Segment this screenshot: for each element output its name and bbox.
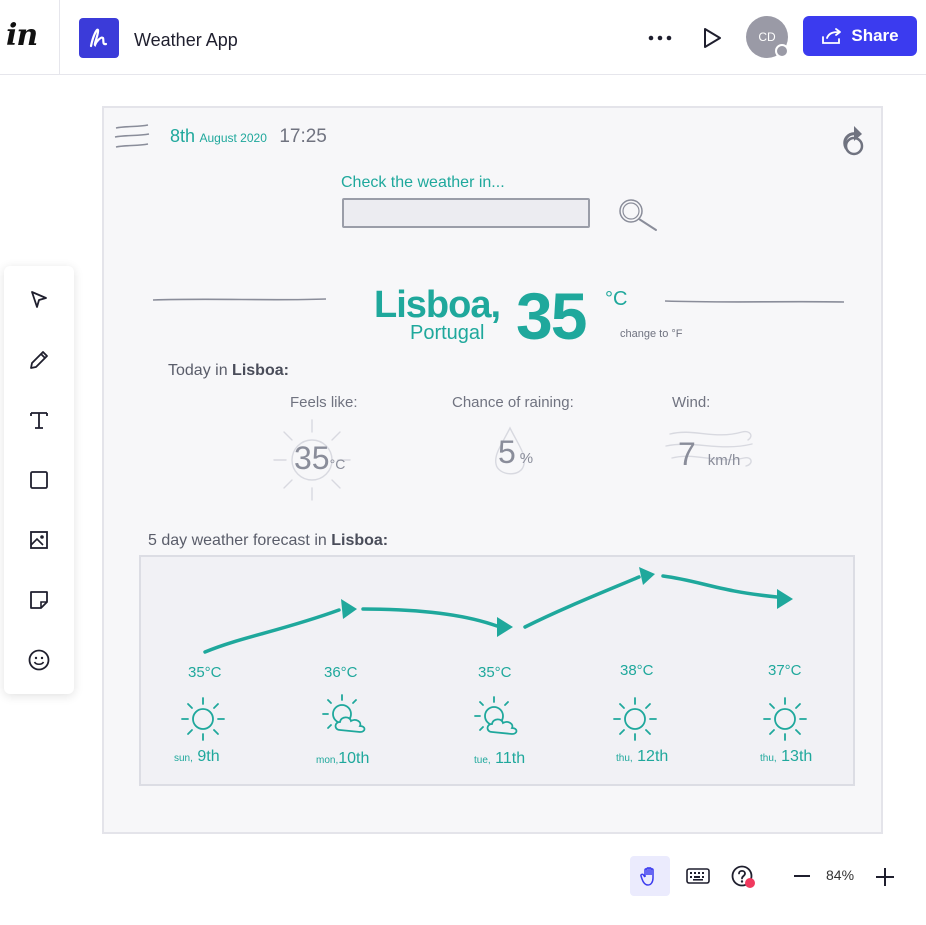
search-input[interactable]	[342, 198, 590, 228]
forecast-day-short: sun,	[174, 753, 193, 764]
text-icon	[30, 412, 48, 429]
wireframe-frame[interactable]: 8th August 2020 17:25 Check the weather …	[102, 106, 883, 834]
plus-icon	[876, 868, 894, 886]
text-tool[interactable]	[25, 406, 53, 434]
rectangle-icon	[30, 471, 48, 489]
rain-unit: %	[519, 450, 534, 467]
app-icon	[79, 18, 119, 58]
invision-logo: in	[6, 18, 38, 53]
logo-cell[interactable]: in	[0, 0, 60, 74]
date-month-year: August 2020	[199, 131, 267, 145]
rain-label: Chance of raining:	[452, 394, 574, 411]
forecast-day-num: 12th	[637, 748, 669, 765]
forecast-day-num: 11th	[495, 750, 526, 767]
search-label: Check the weather in...	[341, 174, 505, 191]
divider-left	[152, 298, 327, 301]
share-icon	[822, 28, 842, 44]
sticky-note-tool[interactable]	[25, 586, 53, 614]
hand-icon	[640, 867, 654, 886]
feels-number: 35	[294, 440, 330, 476]
city-name: Lisboa,	[374, 284, 501, 326]
zoom-in-button[interactable]	[874, 866, 896, 888]
keyboard-icon	[686, 868, 710, 884]
drawing-toolbar	[4, 266, 74, 694]
wind-value: 7 km/h	[678, 436, 740, 473]
preview-play-button[interactable]	[698, 24, 726, 52]
forecast-prefix: 5 day weather forecast in	[148, 532, 332, 549]
forecast-day-short: thu,	[760, 753, 777, 764]
today-prefix: Today in	[168, 362, 233, 379]
feels-label: Feels like:	[290, 394, 358, 411]
top-bar: in Weather App CD Share	[0, 0, 926, 75]
sticky-note-icon	[30, 591, 48, 609]
current-temperature: 35	[516, 279, 587, 353]
feels-unit: °C	[329, 456, 346, 472]
today-city: Lisboa:	[232, 362, 289, 379]
forecast-day: sun, 9th	[174, 748, 220, 766]
emoji-tool[interactable]	[25, 646, 53, 674]
rectangle-tool[interactable]	[25, 466, 53, 494]
forecast-city: Lisboa:	[331, 532, 389, 549]
wind-number: 7	[678, 436, 696, 472]
pencil-tool[interactable]	[25, 346, 53, 374]
sun-icon	[613, 697, 657, 741]
hand-tool-button[interactable]	[630, 856, 670, 896]
forecast-day-num: 9th	[197, 748, 220, 765]
select-icon	[31, 291, 47, 308]
wind-label: Wind:	[672, 394, 711, 411]
sun-icon	[763, 697, 807, 741]
hamburger-menu-icon[interactable]	[114, 124, 150, 150]
emoji-icon	[28, 649, 50, 671]
change-unit-link[interactable]: change to °F	[620, 328, 683, 340]
forecast-temp: 36°C	[324, 664, 358, 681]
forecast-day: thu, 13th	[760, 748, 812, 766]
image-icon	[30, 531, 48, 549]
forecast-heading: 5 day weather forecast in Lisboa:	[148, 532, 388, 550]
share-button[interactable]: Share	[803, 16, 917, 56]
play-icon	[704, 28, 721, 48]
forecast-day-num: 13th	[781, 748, 813, 765]
date-time: 8th August 2020 17:25	[170, 126, 327, 148]
time: 17:25	[279, 126, 327, 147]
forecast-day-short: tue,	[474, 755, 491, 766]
forecast-day: thu, 12th	[616, 748, 668, 766]
zoom-level[interactable]: 84%	[826, 867, 854, 883]
forecast-day: tue, 11th	[474, 750, 525, 768]
sun-cloud-icon	[474, 696, 518, 735]
keyboard-shortcuts-button[interactable]	[684, 864, 712, 888]
today-heading: Today in Lisboa:	[168, 362, 289, 380]
forecast-day-short: thu,	[616, 753, 633, 764]
share-label: Share	[851, 26, 899, 45]
forecast-day-num: 10th	[338, 750, 370, 767]
rain-value: 5%	[498, 434, 533, 471]
presence-dot	[775, 44, 789, 58]
select-tool[interactable]	[25, 286, 53, 314]
image-tool[interactable]	[25, 526, 53, 554]
zoom-out-button[interactable]	[792, 866, 812, 886]
search-icon[interactable]	[616, 194, 660, 234]
divider-right	[664, 300, 845, 303]
help-button[interactable]	[730, 864, 758, 892]
pencil-icon	[30, 351, 48, 369]
minus-icon	[794, 875, 810, 877]
date-day: 8th	[170, 126, 196, 146]
rain-number: 5	[498, 434, 516, 470]
more-options-button[interactable]	[644, 24, 676, 52]
refresh-icon[interactable]	[836, 122, 874, 160]
sun-cloud-icon	[322, 694, 366, 733]
country-name: Portugal	[410, 322, 485, 344]
temperature-unit: °C	[605, 288, 628, 310]
forecast-temp: 35°C	[188, 664, 222, 681]
app-title: Weather App	[134, 30, 238, 50]
wind-unit: km/h	[707, 452, 741, 469]
sun-icon	[181, 697, 225, 741]
more-dots-icon	[648, 35, 672, 41]
forecast-temp: 35°C	[478, 664, 512, 681]
forecast-temp: 37°C	[768, 662, 802, 679]
forecast-day-short: mon,	[316, 755, 339, 766]
feels-value: 35°C	[294, 440, 345, 477]
forecast-temp: 38°C	[620, 662, 654, 679]
forecast-day: mon,10th	[316, 750, 369, 768]
help-icon	[731, 865, 755, 888]
